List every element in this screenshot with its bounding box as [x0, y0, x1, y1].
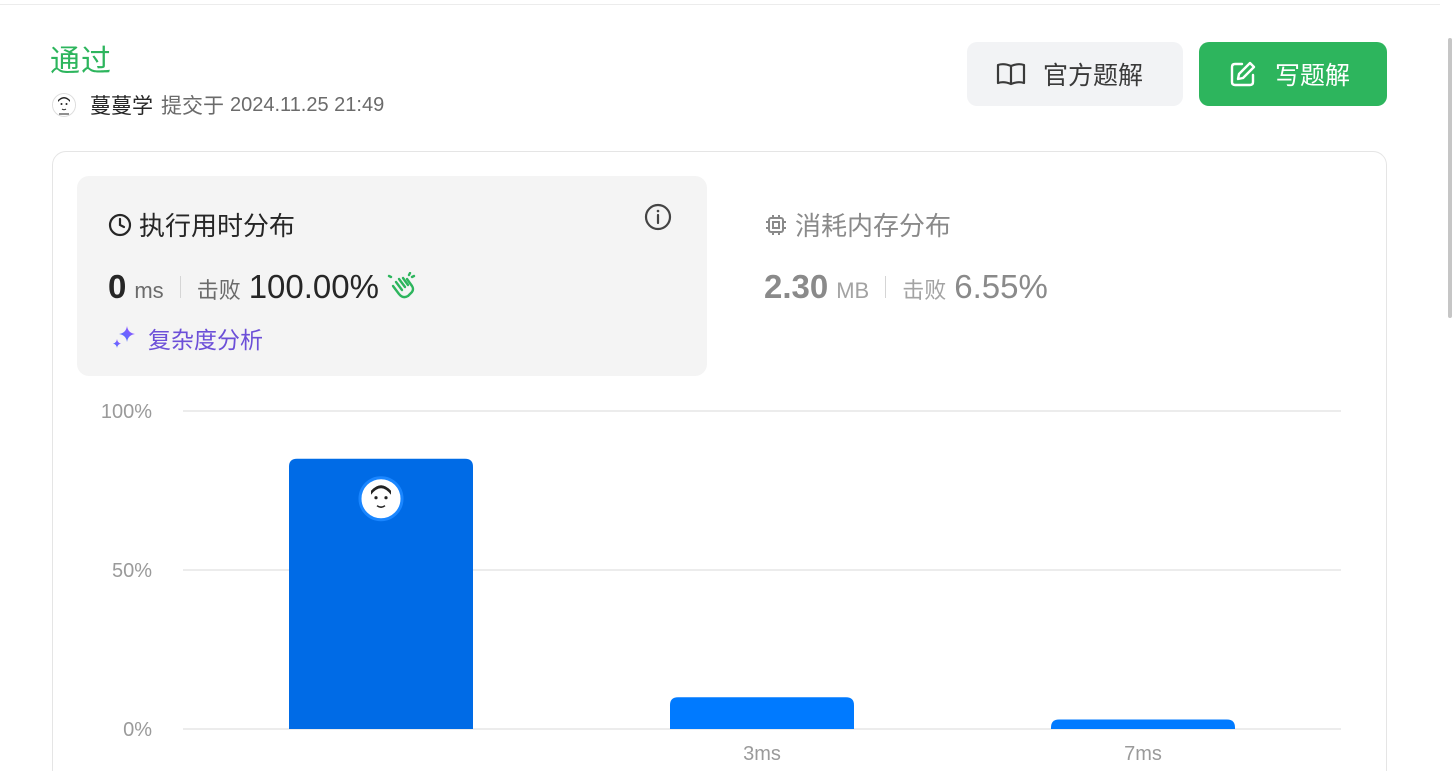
runtime-tab[interactable]: 执行用时分布 0 ms 击败 100.00% 复杂度分析	[77, 176, 707, 376]
user-avatar-marker	[358, 476, 404, 522]
chart-svg: 100% 50% 0% 3ms 7ms	[101, 401, 1341, 765]
avatar-eye-icon	[374, 496, 378, 500]
memory-unit: MB	[836, 278, 870, 303]
top-divider	[0, 4, 1440, 5]
scrollbar-thumb[interactable]	[1448, 38, 1452, 318]
metric-separator	[179, 276, 181, 298]
submit-time: 2024.11.25 21:49	[230, 93, 385, 116]
runtime-title: 执行用时分布	[107, 206, 295, 243]
official-solution-button[interactable]: 官方题解	[967, 42, 1183, 106]
write-solution-label: 写题解	[1275, 62, 1351, 90]
chip-icon	[763, 212, 789, 238]
memory-metric: 2.30 MB 击败 6.55%	[764, 268, 1048, 306]
runtime-unit: ms	[134, 278, 164, 303]
info-icon[interactable]	[643, 202, 673, 232]
avatar[interactable]	[52, 93, 76, 117]
edit-icon	[1227, 58, 1259, 90]
y-tick-label: 100%	[101, 401, 152, 423]
chart-bar[interactable]	[1051, 719, 1235, 729]
avatar-eye-icon	[384, 496, 388, 500]
chart-bar[interactable]	[670, 697, 854, 729]
memory-title-label: 消耗内存分布	[795, 211, 952, 241]
x-tick-label: 3ms	[743, 743, 781, 765]
runtime-metric: 0 ms 击败 100.00%	[108, 268, 417, 306]
submission-status: 通过	[50, 45, 112, 78]
memory-beat-label: 击败	[902, 278, 947, 303]
complexity-analysis-label: 复杂度分析	[148, 327, 263, 353]
complexity-analysis-link[interactable]: 复杂度分析	[110, 321, 263, 355]
memory-tab[interactable]: 消耗内存分布 2.30 MB 击败 6.55%	[733, 176, 1363, 376]
y-tick-label: 0%	[123, 719, 152, 741]
memory-value: 2.30	[764, 268, 829, 305]
clock-icon	[107, 212, 133, 238]
scrollbar[interactable]	[1440, 0, 1454, 771]
username[interactable]: 蔓蔓学	[90, 90, 153, 120]
submitter-info: 蔓蔓学 提交于 2024.11.25 21:49	[52, 90, 384, 120]
submit-label: 提交于	[161, 95, 224, 118]
metric-separator	[885, 276, 887, 298]
runtime-title-label: 执行用时分布	[139, 211, 296, 241]
write-solution-button[interactable]: 写题解	[1199, 42, 1387, 106]
runtime-distribution-chart: 100% 50% 0% 3ms 7ms	[52, 390, 1387, 771]
official-solution-label: 官方题解	[1043, 62, 1144, 90]
x-tick-label: 7ms	[1124, 743, 1162, 765]
avatar-face-icon	[53, 94, 75, 116]
runtime-beat-value: 100.00%	[248, 268, 379, 305]
book-icon	[995, 58, 1027, 90]
runtime-value: 0	[108, 268, 127, 305]
clapping-hands-icon	[387, 272, 417, 302]
memory-title: 消耗内存分布	[763, 206, 951, 243]
runtime-beat-label: 击败	[196, 278, 241, 303]
sparkle-icon	[110, 324, 138, 352]
memory-beat-value: 6.55%	[954, 268, 1048, 305]
y-tick-label: 50%	[112, 560, 152, 582]
